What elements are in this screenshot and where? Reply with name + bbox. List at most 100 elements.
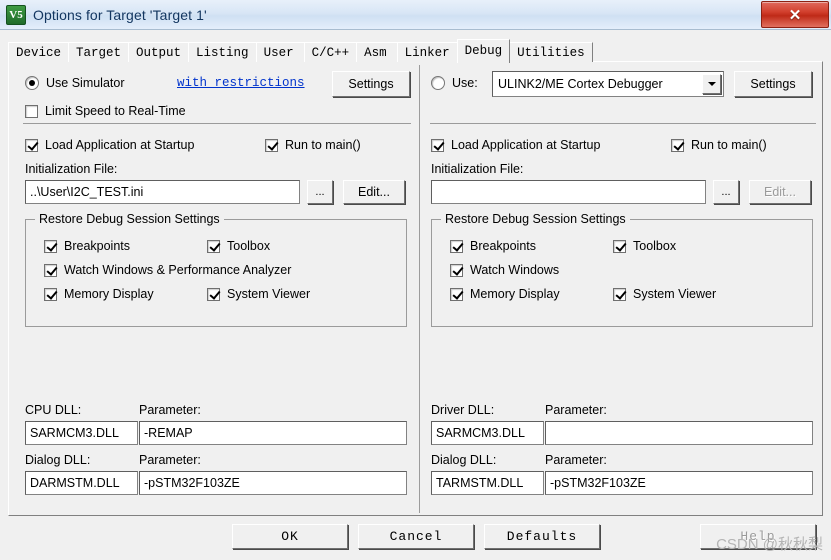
use-simulator-row[interactable]: Use Simulator bbox=[25, 76, 125, 90]
hw-dialog-param-input[interactable]: -pSTM32F103ZE bbox=[545, 471, 813, 495]
hw-restore-session-group: Restore Debug Session Settings Breakpoin… bbox=[431, 212, 813, 327]
driver-dll-input[interactable]: SARMCM3.DLL bbox=[431, 421, 544, 445]
limit-speed-checkbox[interactable] bbox=[25, 104, 38, 118]
window-title: Options for Target 'Target 1' bbox=[33, 6, 207, 23]
sim-toolbox-checkbox[interactable] bbox=[207, 239, 220, 253]
tab-asm[interactable]: Asm bbox=[356, 42, 398, 62]
hw-restore-sysviewer-row[interactable]: System Viewer bbox=[613, 287, 716, 301]
cpu-dll-input[interactable]: SARMCM3.DLL bbox=[25, 421, 138, 445]
close-icon: ✕ bbox=[788, 6, 802, 24]
sim-restore-watch-row[interactable]: Watch Windows & Performance Analyzer bbox=[44, 263, 291, 277]
sim-init-edit-button[interactable]: Edit... bbox=[343, 180, 405, 204]
hw-restore-watch-row[interactable]: Watch Windows bbox=[450, 263, 559, 277]
debug-options-panel: Use Simulator with restrictions Settings… bbox=[8, 61, 823, 516]
hw-dialog-dll-caption: Dialog DLL: bbox=[431, 453, 497, 467]
hw-watch-windows-checkbox[interactable] bbox=[450, 263, 463, 277]
debugger-select-value: ULINK2/ME Cortex Debugger bbox=[498, 77, 663, 91]
hw-dialog-param-caption: Parameter: bbox=[545, 453, 607, 467]
hw-toolbox-label: Toolbox bbox=[633, 239, 677, 253]
hw-toolbox-checkbox[interactable] bbox=[613, 239, 626, 253]
hw-restore-toolbox-row[interactable]: Toolbox bbox=[613, 239, 676, 253]
tab-linker[interactable]: Linker bbox=[396, 42, 458, 62]
hw-restore-memory-row[interactable]: Memory Display bbox=[450, 287, 560, 301]
driver-dll-caption: Driver DLL: bbox=[431, 403, 495, 417]
sim-restore-session-group: Restore Debug Session Settings Breakpoin… bbox=[25, 212, 407, 327]
sim-memory-display-checkbox[interactable] bbox=[44, 287, 57, 301]
hw-breakpoints-checkbox[interactable] bbox=[450, 239, 463, 253]
ok-button[interactable]: OK bbox=[232, 524, 348, 549]
cpu-dll-caption: CPU DLL: bbox=[25, 403, 82, 417]
sim-init-browse-button[interactable]: ... bbox=[307, 180, 333, 204]
close-button[interactable]: ✕ bbox=[761, 1, 829, 28]
sim-system-viewer-checkbox[interactable] bbox=[207, 287, 220, 301]
limit-speed-row[interactable]: Limit Speed to Real-Time bbox=[25, 104, 186, 118]
hw-run-to-main-label: Run to main() bbox=[691, 138, 767, 152]
tab-output[interactable]: Output bbox=[128, 42, 190, 62]
tab-user[interactable]: User bbox=[255, 42, 305, 62]
hw-run-to-main-checkbox[interactable] bbox=[671, 138, 684, 152]
tab-debug[interactable]: Debug bbox=[456, 39, 511, 63]
use-debugger-label: Use: bbox=[452, 76, 478, 90]
sim-watch-windows-checkbox[interactable] bbox=[44, 263, 57, 277]
sim-system-viewer-label: System Viewer bbox=[227, 287, 311, 301]
sim-restore-memory-row[interactable]: Memory Display bbox=[44, 287, 154, 301]
debugger-settings-button[interactable]: Settings bbox=[734, 71, 812, 97]
tab-device[interactable]: Device bbox=[8, 42, 70, 62]
sim-dialog-param-caption: Parameter: bbox=[139, 453, 201, 467]
hw-restore-session-title: Restore Debug Session Settings bbox=[441, 212, 630, 226]
debugger-select[interactable]: ULINK2/ME Cortex Debugger bbox=[492, 71, 724, 97]
cancel-button[interactable]: Cancel bbox=[358, 524, 474, 549]
hw-init-file-caption: Initialization File: bbox=[431, 162, 524, 176]
sim-restore-toolbox-row[interactable]: Toolbox bbox=[207, 239, 270, 253]
hw-memory-display-checkbox[interactable] bbox=[450, 287, 463, 301]
title-bar: V5 Options for Target 'Target 1' ✕ bbox=[0, 0, 831, 30]
driver-param-input[interactable] bbox=[545, 421, 813, 445]
sim-run-to-main-label: Run to main() bbox=[285, 138, 361, 152]
tab-utilities[interactable]: Utilities bbox=[509, 42, 593, 62]
sim-init-file-caption: Initialization File: bbox=[25, 162, 118, 176]
sim-breakpoints-checkbox[interactable] bbox=[44, 239, 57, 253]
hw-init-file-input[interactable] bbox=[431, 180, 706, 204]
options-tab-strip: Device Target Output Listing User C/C++ … bbox=[8, 38, 593, 63]
hw-restore-breakpoints-row[interactable]: Breakpoints bbox=[450, 239, 536, 253]
use-simulator-radio[interactable] bbox=[25, 76, 39, 90]
sim-dialog-dll-caption: Dialog DLL: bbox=[25, 453, 91, 467]
hw-init-browse-button[interactable]: ... bbox=[713, 180, 739, 204]
sim-run-to-main-row[interactable]: Run to main() bbox=[265, 138, 361, 152]
use-debugger-row[interactable]: Use: bbox=[431, 76, 478, 90]
chevron-down-icon[interactable] bbox=[702, 74, 721, 94]
sim-init-file-input[interactable]: ..\User\I2C_TEST.ini bbox=[25, 180, 300, 204]
cpu-param-input[interactable]: -REMAP bbox=[139, 421, 407, 445]
hw-load-app-row[interactable]: Load Application at Startup bbox=[431, 138, 600, 152]
hw-load-app-checkbox[interactable] bbox=[431, 138, 444, 152]
use-debugger-radio[interactable] bbox=[431, 76, 445, 90]
sim-load-app-checkbox[interactable] bbox=[25, 138, 38, 152]
cpu-param-caption: Parameter: bbox=[139, 403, 201, 417]
sim-load-app-label: Load Application at Startup bbox=[45, 138, 195, 152]
defaults-button[interactable]: Defaults bbox=[484, 524, 600, 549]
sim-load-app-row[interactable]: Load Application at Startup bbox=[25, 138, 194, 152]
sim-memory-display-label: Memory Display bbox=[64, 287, 154, 301]
sim-restore-session-title: Restore Debug Session Settings bbox=[35, 212, 224, 226]
sim-breakpoints-label: Breakpoints bbox=[64, 239, 131, 253]
help-button: Help bbox=[700, 524, 816, 549]
tab-target[interactable]: Target bbox=[68, 42, 130, 62]
simulator-settings-button[interactable]: Settings bbox=[332, 71, 410, 97]
driver-param-caption: Parameter: bbox=[545, 403, 607, 417]
hw-run-to-main-row[interactable]: Run to main() bbox=[671, 138, 767, 152]
sim-restore-breakpoints-row[interactable]: Breakpoints bbox=[44, 239, 130, 253]
hw-memory-display-label: Memory Display bbox=[470, 287, 560, 301]
tab-listing[interactable]: Listing bbox=[188, 42, 257, 62]
sim-dialog-dll-input[interactable]: DARMSTM.DLL bbox=[25, 471, 138, 495]
panel-divider bbox=[419, 65, 420, 513]
sim-dialog-param-input[interactable]: -pSTM32F103ZE bbox=[139, 471, 407, 495]
uvision-app-icon: V5 bbox=[6, 4, 26, 25]
hw-system-viewer-checkbox[interactable] bbox=[613, 287, 626, 301]
with-restrictions-link[interactable]: with restrictions bbox=[177, 76, 305, 90]
sim-run-to-main-checkbox[interactable] bbox=[265, 138, 278, 152]
tab-cpp[interactable]: C/C++ bbox=[303, 42, 358, 62]
use-simulator-label: Use Simulator bbox=[46, 76, 125, 90]
hw-load-app-label: Load Application at Startup bbox=[451, 138, 601, 152]
hw-dialog-dll-input[interactable]: TARMSTM.DLL bbox=[431, 471, 544, 495]
sim-restore-sysviewer-row[interactable]: System Viewer bbox=[207, 287, 310, 301]
